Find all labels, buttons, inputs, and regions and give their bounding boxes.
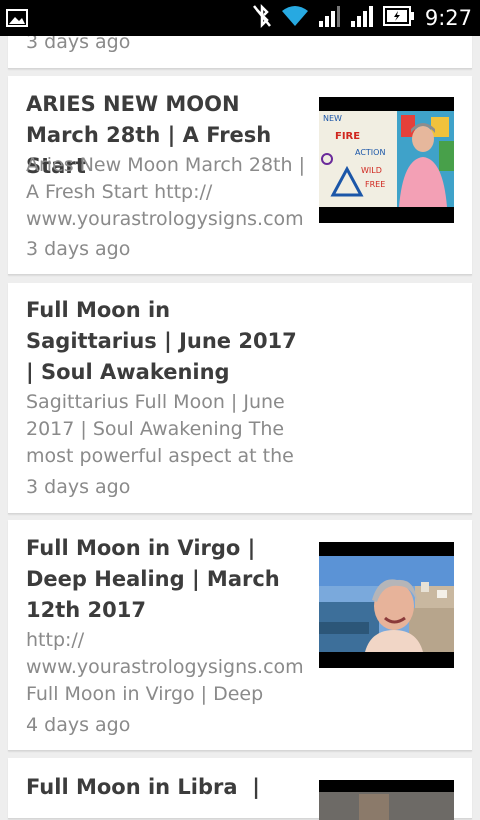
svg-text:ACTION: ACTION: [355, 148, 385, 157]
video-thumbnail[interactable]: [319, 780, 454, 820]
card-time: 3 days ago: [26, 476, 131, 498]
feed-card[interactable]: Full Moon in Virgo | Deep Healing | Marc…: [8, 520, 472, 751]
clock: 9:27: [424, 6, 472, 30]
card-title[interactable]: Full Moon in Sagittarius | June 2017 | S…: [26, 295, 306, 388]
svg-text:WILD: WILD: [361, 166, 382, 175]
video-thumbnail[interactable]: [319, 542, 454, 668]
card-time: 3 days ago: [26, 238, 131, 260]
feed-card[interactable]: Full Moon in Sagittarius | June 2017 | S…: [8, 283, 472, 514]
status-bar: 9:27: [0, 0, 480, 36]
signal-icon: [317, 4, 341, 32]
wifi-icon: [281, 4, 309, 32]
bluetooth-off-icon: [251, 3, 273, 33]
feed-card-partial-bottom[interactable]: Full Moon in Libra |: [8, 758, 472, 820]
card-snippet: Sagittarius Full Moon | June 2017 | Soul…: [26, 391, 294, 467]
image-notification-icon: [6, 9, 28, 31]
svg-text:FIRE: FIRE: [335, 131, 360, 142]
card-title[interactable]: Full Moon in Virgo | Deep Healing | Marc…: [26, 533, 311, 626]
card-snippet: http:// www.yourastrologysigns.com Full …: [26, 629, 304, 705]
battery-icon: [382, 5, 415, 31]
svg-text:FREE: FREE: [365, 180, 385, 189]
signal-icon: [349, 4, 375, 32]
card-title[interactable]: Full Moon in Libra |: [26, 772, 311, 803]
feed-card[interactable]: ARIES NEW MOON March 28th | A Fresh Star…: [8, 76, 472, 275]
video-thumbnail[interactable]: NEW FIRE ACTION WILD FREE: [319, 97, 454, 223]
svg-text:NEW: NEW: [323, 114, 342, 123]
card-snippet: Aries New Moon March 28th | A Fresh Star…: [26, 154, 305, 230]
card-time: 4 days ago: [26, 714, 131, 736]
